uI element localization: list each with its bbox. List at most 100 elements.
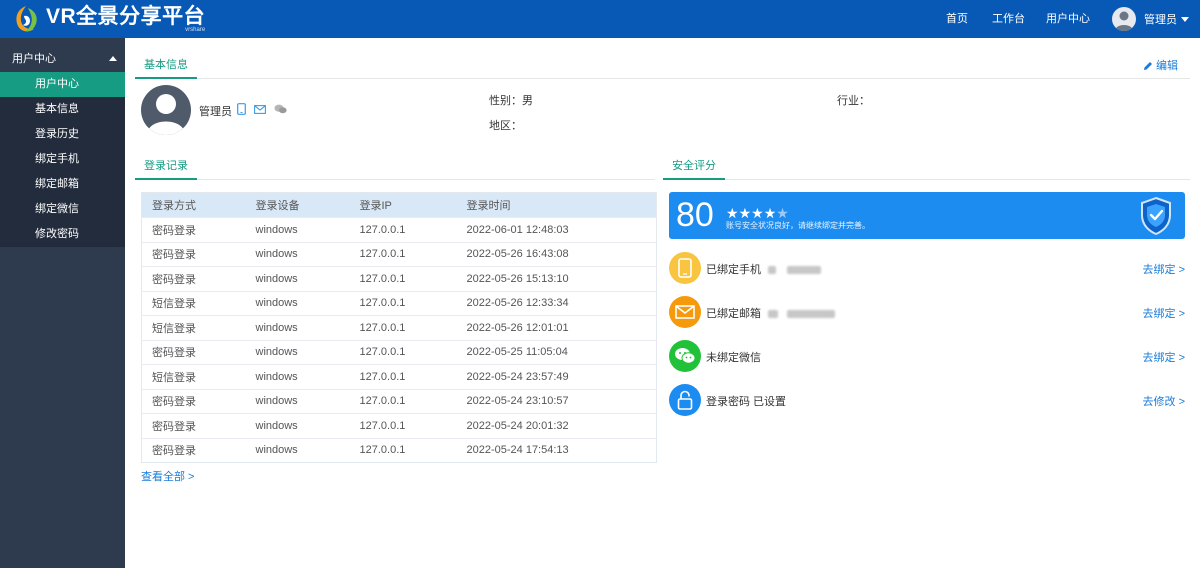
table-cell: windows xyxy=(245,437,350,463)
profile-username: 管理员 xyxy=(199,106,232,118)
star-icon: ★ xyxy=(751,205,764,221)
security-item-label: 已绑定邮箱 xyxy=(706,308,761,320)
table-cell: 密码登录 xyxy=(141,437,246,463)
column-header: 登录IP xyxy=(349,192,457,218)
table-row: 短信登录 windows 127.0.0.1 2022-05-24 23:57:49 xyxy=(141,364,657,389)
security-score: 80 xyxy=(676,196,714,234)
table-cell: 2022-06-01 12:48:03 xyxy=(456,217,657,242)
column-header: 登录设备 xyxy=(245,192,350,218)
table-cell: 2022-05-26 12:01:01 xyxy=(456,315,657,340)
chevron-down-icon xyxy=(1181,16,1189,22)
user-name: 管理员 xyxy=(1144,14,1177,26)
table-cell: 127.0.0.1 xyxy=(349,315,457,340)
sidebar-group-label: 用户中心 xyxy=(12,53,56,65)
table-row: 密码登录 windows 127.0.0.1 2022-05-26 15:13:10 xyxy=(141,266,657,291)
security-header: 安全评分 xyxy=(663,154,1190,180)
tab-basic-info[interactable]: 基本信息 xyxy=(135,53,197,79)
table-cell: windows xyxy=(245,364,350,389)
table-cell: 密码登录 xyxy=(141,266,246,291)
table-cell: 2022-05-25 11:05:04 xyxy=(456,339,657,365)
profile-avatar[interactable] xyxy=(141,85,191,135)
table-cell: 2022-05-26 15:13:10 xyxy=(456,266,657,291)
table-cell: 密码登录 xyxy=(141,241,246,267)
view-all-link[interactable]: 查看全部 > xyxy=(141,468,194,484)
top-bar: VR全景分享平台 vrshare 首页 工作台 用户中心 管理员 xyxy=(0,0,1200,38)
nav-workbench[interactable]: 工作台 xyxy=(992,0,1025,38)
table-cell: 密码登录 xyxy=(141,388,246,414)
security-item-phone: 已绑定手机 去绑定 > xyxy=(669,252,1185,284)
sidebar-group-user-center[interactable]: 用户中心 xyxy=(0,46,125,72)
masked-email xyxy=(787,310,836,319)
star-icon: ★ xyxy=(763,205,777,221)
table-cell: 2022-05-24 17:54:13 xyxy=(456,437,657,463)
table-row: 密码登录 windows 127.0.0.1 2022-05-24 23:10:57 xyxy=(141,388,657,414)
table-cell: windows xyxy=(245,339,350,365)
table-cell: 短信登录 xyxy=(141,315,246,340)
security-item-password: 登录密码 已设置 去修改 > xyxy=(669,384,1185,416)
sidebar: 用户中心 用户中心 基本信息 登录历史 绑定手机 绑定邮箱 绑定微信 修改密码 xyxy=(0,38,125,568)
pencil-icon xyxy=(1144,62,1152,70)
edit-button[interactable]: 编辑 xyxy=(1143,53,1178,79)
tab-security-score[interactable]: 安全评分 xyxy=(663,154,725,180)
sidebar-item-user-center[interactable]: 用户中心 xyxy=(0,72,125,97)
table-cell: 密码登录 xyxy=(141,413,246,438)
phone-icon xyxy=(669,252,701,284)
lock-icon xyxy=(669,384,701,416)
table-cell: 短信登录 xyxy=(141,364,246,389)
industry-label: 行业： xyxy=(837,95,870,107)
change-password-link[interactable]: 去修改 > xyxy=(1143,393,1185,409)
table-cell: 127.0.0.1 xyxy=(349,437,457,463)
avatar xyxy=(1112,7,1136,31)
bind-wechat-link[interactable]: 去绑定 > xyxy=(1143,349,1185,365)
sidebar-item-bind-email[interactable]: 绑定邮箱 xyxy=(0,172,125,197)
logo-subtext: vrshare xyxy=(185,27,206,33)
mail-icon[interactable] xyxy=(254,104,266,114)
sidebar-item-basic-info[interactable]: 基本信息 xyxy=(0,97,125,122)
star-rating: ★★★★★ xyxy=(726,206,789,220)
sidebar-item-bind-wechat[interactable]: 绑定微信 xyxy=(0,197,125,222)
nav-home[interactable]: 首页 xyxy=(946,0,968,38)
star-icon: ★ xyxy=(726,205,739,221)
masked-phone xyxy=(787,266,822,275)
user-menu[interactable]: 管理员 xyxy=(1112,6,1189,32)
table-cell: 127.0.0.1 xyxy=(349,413,457,438)
table-row: 短信登录 windows 127.0.0.1 2022-05-26 12:01:01 xyxy=(141,315,657,340)
security-item-email: 已绑定邮箱 去绑定 > xyxy=(669,296,1185,328)
gender-label: 性别： xyxy=(489,95,522,107)
column-header: 登录方式 xyxy=(141,192,246,218)
sidebar-item-bind-phone[interactable]: 绑定手机 xyxy=(0,147,125,172)
gender-value: 男 xyxy=(522,95,533,107)
logo[interactable]: VR全景分享平台 vrshare xyxy=(10,3,205,35)
logo-text: VR全景分享平台 xyxy=(46,5,206,28)
table-cell: 2022-05-24 23:57:49 xyxy=(456,364,657,389)
sidebar-item-change-password[interactable]: 修改密码 xyxy=(0,222,125,247)
security-item-text: 已绑定邮箱 xyxy=(706,305,836,321)
table-row: 短信登录 windows 127.0.0.1 2022-05-26 12:33:34 xyxy=(141,290,657,316)
login-log-header: 登录记录 xyxy=(135,154,655,180)
logo-icon xyxy=(16,6,37,32)
table-cell: windows xyxy=(245,290,350,316)
sidebar-item-login-history[interactable]: 登录历史 xyxy=(0,122,125,147)
table-row: 密码登录 windows 127.0.0.1 2022-05-24 17:54:13 xyxy=(141,437,657,463)
table-cell: 127.0.0.1 xyxy=(349,339,457,365)
table-cell: windows xyxy=(245,217,350,242)
table-row: 密码登录 windows 127.0.0.1 2022-05-26 16:43:08 xyxy=(141,241,657,267)
table-row: 密码登录 windows 127.0.0.1 2022-05-25 11:05:04 xyxy=(141,339,657,365)
table-cell: windows xyxy=(245,388,350,414)
table-cell: 127.0.0.1 xyxy=(349,241,457,267)
table-cell: 127.0.0.1 xyxy=(349,388,457,414)
tab-login-log[interactable]: 登录记录 xyxy=(135,154,197,180)
table-cell: windows xyxy=(245,413,350,438)
table-cell: 密码登录 xyxy=(141,217,246,242)
bind-email-link[interactable]: 去绑定 > xyxy=(1143,305,1185,321)
wechat-icon[interactable] xyxy=(274,104,287,114)
table-cell: 127.0.0.1 xyxy=(349,364,457,389)
table-cell: 127.0.0.1 xyxy=(349,290,457,316)
table-cell: 2022-05-26 12:33:34 xyxy=(456,290,657,316)
bind-phone-link[interactable]: 去绑定 > xyxy=(1143,261,1185,277)
sidebar-menu: 用户中心 基本信息 登录历史 绑定手机 绑定邮箱 绑定微信 修改密码 xyxy=(0,72,125,247)
security-item-wechat: 未绑定微信 去绑定 > xyxy=(669,340,1185,372)
nav-user-center[interactable]: 用户中心 xyxy=(1046,0,1090,38)
table-cell: 2022-05-24 23:10:57 xyxy=(456,388,657,414)
phone-icon[interactable] xyxy=(237,103,246,115)
